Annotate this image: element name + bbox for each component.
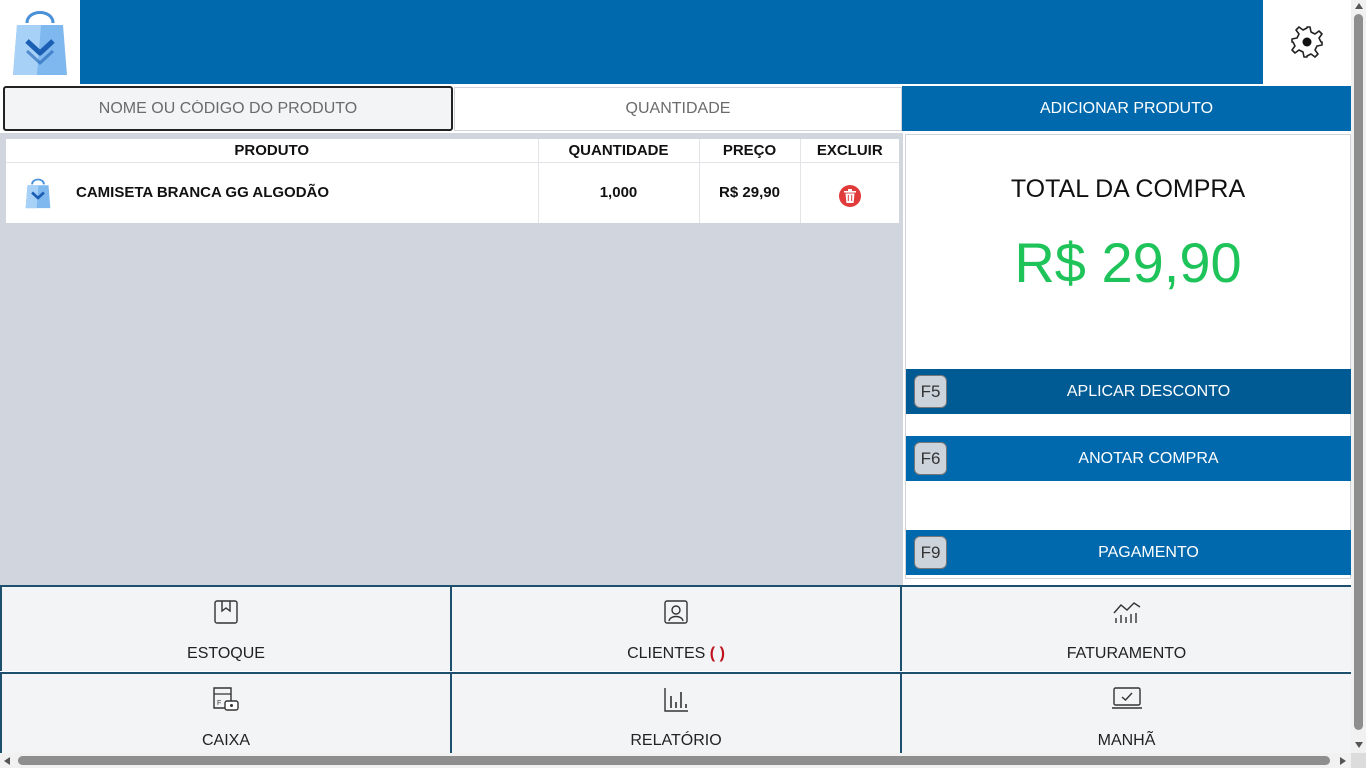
product-quantity: 1,000 <box>538 162 700 223</box>
quantity-input[interactable] <box>454 87 902 131</box>
svg-text:F: F <box>217 700 221 707</box>
delete-cell <box>800 162 899 223</box>
apply-discount-button[interactable]: F5 APLICAR DESCONTO <box>906 369 1351 414</box>
nav-clients-label-wrap: CLIENTES ( ) <box>452 645 900 663</box>
header-bar <box>80 0 1263 84</box>
total-label: TOTAL DA COMPRA <box>1010 175 1246 203</box>
cash-register-icon: F <box>213 687 239 711</box>
table-row[interactable]: CAMISETA BRANCA GG ALGODÃO 1,000 R$ 29,9… <box>6 162 899 223</box>
apply-discount-label: APLICAR DESCONTO <box>1066 382 1231 400</box>
note-purchase-button[interactable]: F6 ANOTAR COMPRA <box>906 436 1351 481</box>
nav-morning-label: MANHÃ <box>1097 732 1156 749</box>
shopping-bag-logo <box>13 11 67 75</box>
gear-icon <box>1290 26 1323 58</box>
vertical-scroll-thumb[interactable] <box>1354 14 1363 730</box>
bar-chart-icon <box>664 688 688 712</box>
add-product-button[interactable]: ADICIONAR PRODUTO <box>902 86 1351 131</box>
column-header-quantity: QUANTIDADE <box>538 139 700 163</box>
nav-morning[interactable]: MANHÃ <box>900 672 1351 758</box>
nav-cashier-label: CAIXA <box>201 732 250 749</box>
table-header-row: PRODUTO QUANTIDADE PREÇO EXCLUIR <box>6 139 899 163</box>
settings-button[interactable] <box>1263 0 1350 84</box>
product-search-input[interactable] <box>3 86 453 131</box>
note-purchase-label: ANOTAR COMPRA <box>1078 449 1219 467</box>
shopping-bag-icon <box>25 178 51 208</box>
payment-button[interactable]: F9 PAGAMENTO <box>906 530 1351 575</box>
app-logo <box>0 0 80 84</box>
nav-billing[interactable]: FATURAMENTO <box>900 585 1351 671</box>
scroll-down-arrow[interactable] <box>1355 742 1363 748</box>
bottom-navigation: ESTOQUE CLIENTES ( ) FATURAMENTO F CAIXA… <box>0 585 1351 758</box>
nav-report[interactable]: RELATÓRIO <box>450 672 900 758</box>
user-card-icon <box>664 600 688 624</box>
scrollbar-corner <box>1351 753 1366 768</box>
nav-report-label: RELATÓRIO <box>630 732 722 749</box>
summary-panel: TOTAL DA COMPRA R$ 29,90 F5 APLICAR DESC… <box>905 134 1351 579</box>
f9-key-badge: F9 <box>914 536 947 569</box>
payment-label: PAGAMENTO <box>1098 543 1199 561</box>
nav-cashier[interactable]: F CAIXA <box>0 672 450 758</box>
scroll-right-arrow[interactable] <box>1340 757 1346 765</box>
trend-chart-icon <box>1112 602 1140 623</box>
trash-icon <box>843 188 856 203</box>
clients-count-badge: ( ) <box>709 645 725 662</box>
scroll-up-arrow[interactable] <box>1355 3 1363 9</box>
horizontal-scrollbar[interactable] <box>0 753 1351 768</box>
monitor-check-icon <box>1111 687 1142 709</box>
products-table: PRODUTO QUANTIDADE PREÇO EXCLUIR CAMISET… <box>6 139 899 223</box>
column-header-price: PREÇO <box>699 139 801 163</box>
nav-clients[interactable]: CLIENTES ( ) <box>450 585 900 671</box>
box-icon <box>214 600 238 624</box>
nav-clients-label: CLIENTES <box>627 645 706 662</box>
vertical-scrollbar[interactable] <box>1351 0 1366 753</box>
products-area: PRODUTO QUANTIDADE PREÇO EXCLUIR CAMISET… <box>0 133 903 585</box>
f6-key-badge: F6 <box>914 442 947 475</box>
product-cell: CAMISETA BRANCA GG ALGODÃO <box>6 162 539 223</box>
scroll-left-arrow[interactable] <box>4 757 10 765</box>
nav-stock-label: ESTOQUE <box>187 645 265 662</box>
horizontal-scroll-thumb[interactable] <box>18 756 1330 765</box>
product-price: R$ 29,90 <box>699 162 801 223</box>
column-header-delete: EXCLUIR <box>800 139 899 163</box>
total-value: R$ 29,90 <box>1014 231 1242 294</box>
product-name: CAMISETA BRANCA GG ALGODÃO <box>76 184 330 202</box>
f5-key-badge: F5 <box>914 375 947 408</box>
delete-button[interactable] <box>838 184 861 207</box>
nav-stock[interactable]: ESTOQUE <box>0 585 450 671</box>
nav-billing-label: FATURAMENTO <box>1066 645 1187 662</box>
column-header-product: PRODUTO <box>6 139 539 163</box>
